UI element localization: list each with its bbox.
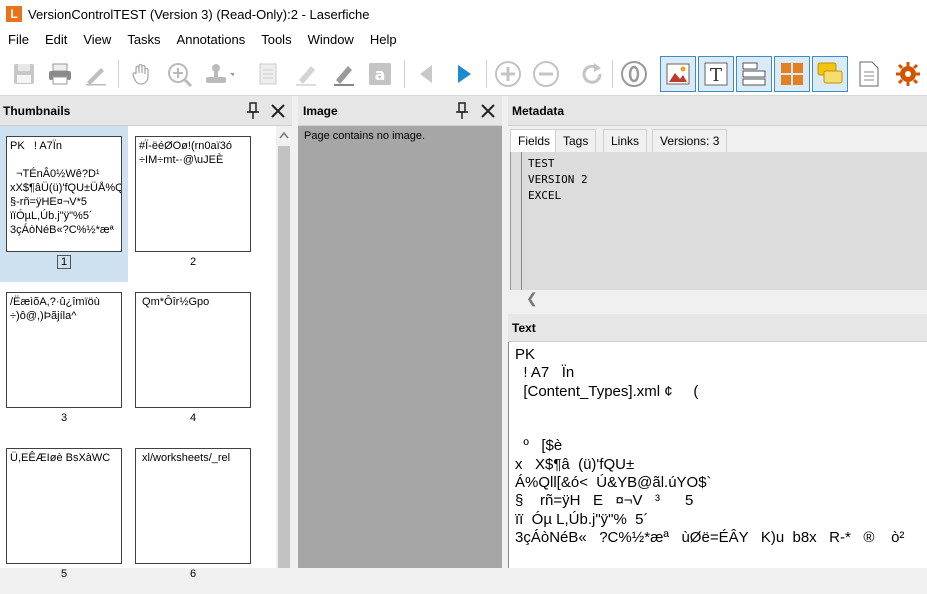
page-number: 6: [129, 568, 257, 580]
menu-annotations[interactable]: Annotations: [169, 28, 254, 52]
fields-horizontal-scrollbar[interactable]: ❮: [510, 290, 927, 306]
pen-icon[interactable]: [80, 58, 112, 90]
thumbnail-page[interactable]: Qm*Ôîr½Gpo 4: [129, 282, 257, 438]
menu-file[interactable]: File: [0, 28, 37, 52]
menu-tools[interactable]: Tools: [253, 28, 299, 52]
page-preview: Qm*Ôîr½Gpo: [135, 292, 251, 408]
metadata-title: Metadata: [512, 104, 564, 118]
title-bar: L VersionControlTEST (Version 3) (Read-O…: [0, 0, 927, 28]
print-icon[interactable]: [44, 58, 76, 90]
thumbnails-panel: PK   ! A7Ïn  ¬TÉnÂ0½Wê?D¹ xX$¶âÜ…: [0, 126, 276, 568]
toolbar-separator: [612, 60, 613, 88]
marker-icon[interactable]: [328, 58, 360, 90]
laserfiche-logo-icon: L: [6, 6, 22, 22]
field-value[interactable]: VERSION 2: [528, 172, 922, 188]
tab-fields[interactable]: Fields: [510, 129, 558, 152]
close-icon[interactable]: [478, 101, 498, 121]
save-icon[interactable]: [8, 58, 40, 90]
scroll-up-icon[interactable]: [276, 128, 292, 142]
toolbar: a T: [0, 52, 927, 96]
text-annotation-icon[interactable]: a: [364, 58, 396, 90]
ocr-icon[interactable]: [618, 58, 650, 90]
annotations-pane-icon[interactable]: [812, 56, 848, 92]
page-preview: PK   ! A7Ïn  ¬TÉnÂ0½Wê?D¹ xX$¶âÜ…: [6, 136, 122, 252]
text-title: Text: [512, 321, 536, 335]
scroll-left-icon[interactable]: ❮: [526, 290, 538, 306]
thumbnails-scrollbar[interactable]: [276, 126, 292, 568]
pin-icon[interactable]: [452, 101, 472, 121]
thumbnail-page[interactable]: /ËæìõA,?·û¿îmïöù ÷)ô@,)Þãjíla^ 3: [0, 282, 128, 438]
menu-window[interactable]: Window: [300, 28, 362, 52]
pin-icon[interactable]: [243, 101, 263, 121]
svg-text:a: a: [375, 65, 386, 84]
image-viewer[interactable]: Page contains no image.: [298, 126, 502, 568]
page-icon[interactable]: [252, 58, 284, 90]
page-preview: /ËæìõA,?·û¿îmïöù ÷)ô@,)Þãjíla^: [6, 292, 122, 408]
menu-tasks[interactable]: Tasks: [119, 28, 168, 52]
fields-list: TEST VERSION 2 EXCEL: [521, 152, 927, 290]
forward-icon[interactable]: [448, 58, 480, 90]
image-title: Image: [303, 104, 338, 118]
close-icon[interactable]: [268, 101, 288, 121]
page-preview: xl/worksheets/_rel: [135, 448, 251, 564]
thumbnail-page[interactable]: xl/worksheets/_rel 6: [129, 438, 257, 594]
page-number: 1: [0, 256, 128, 268]
text-pane-icon[interactable]: T: [698, 56, 734, 92]
page-preview: #Ï-ëéØOø!(rn0aï3ó ÷IM÷mt-·@\uJEÈ: [135, 136, 251, 252]
document-icon[interactable]: [852, 58, 884, 90]
menu-view[interactable]: View: [75, 28, 119, 52]
metadata-tabs: Fields Tags Links Versions: 3: [508, 126, 927, 152]
hand-icon[interactable]: [126, 58, 158, 90]
toolbar-separator: [486, 60, 487, 88]
fields-pane-icon[interactable]: [736, 56, 772, 92]
settings-icon[interactable]: [892, 58, 924, 90]
thumbnails-header: Thumbnails: [0, 96, 292, 126]
zoom-in-icon[interactable]: [164, 58, 196, 90]
toolbar-separator: [404, 60, 405, 88]
thumbnails-title: Thumbnails: [3, 104, 70, 118]
fields-panel: TEST VERSION 2 EXCEL: [510, 152, 927, 290]
thumbnails-pane-icon[interactable]: [774, 56, 810, 92]
rotate-icon[interactable]: [576, 58, 608, 90]
menu-help[interactable]: Help: [362, 28, 405, 52]
thumbnail-page[interactable]: PK   ! A7Ïn  ¬TÉnÂ0½Wê?D¹ xX$¶âÜ…: [0, 126, 128, 282]
text-content[interactable]: PK    ! A7 Ïn     [Content_Type…: [508, 342, 927, 568]
thumbnail-page[interactable]: Ü,EÊÆIøè BsXàWC 5: [0, 438, 128, 594]
no-image-message: Page contains no image.: [304, 130, 425, 142]
menu-bar: File Edit View Tasks Annotations Tools W…: [0, 28, 927, 52]
tab-tags[interactable]: Tags: [555, 129, 596, 152]
thumbnail-page[interactable]: #Ï-ëéØOø!(rn0aï3ó ÷IM÷mt-·@\uJEÈ 2: [129, 126, 257, 282]
scrollbar-thumb[interactable]: [278, 146, 290, 568]
tab-links[interactable]: Links: [603, 129, 647, 152]
page-number: 3: [0, 412, 128, 424]
field-value[interactable]: EXCEL: [528, 188, 922, 204]
page-number: 4: [129, 412, 257, 424]
page-number: 5: [0, 568, 128, 580]
back-icon[interactable]: [410, 58, 442, 90]
text-header: Text: [508, 314, 927, 342]
page-preview: Ü,EÊÆIøè BsXàWC: [6, 448, 122, 564]
zoom-plus-icon[interactable]: [492, 58, 524, 90]
page-number: 2: [129, 256, 257, 268]
field-value[interactable]: TEST: [528, 156, 922, 172]
menu-edit[interactable]: Edit: [37, 28, 75, 52]
metadata-header: Metadata: [508, 96, 927, 126]
svg-text:T: T: [710, 65, 722, 86]
window-title: VersionControlTEST (Version 3) (Read-Onl…: [28, 7, 370, 22]
image-pane-icon[interactable]: [660, 56, 696, 92]
highlight-icon[interactable]: [290, 58, 322, 90]
tab-versions[interactable]: Versions: 3: [652, 129, 727, 152]
image-header: Image: [298, 96, 502, 126]
zoom-minus-icon[interactable]: [530, 58, 562, 90]
stamp-icon[interactable]: [202, 58, 234, 90]
toolbar-separator: [118, 60, 119, 88]
